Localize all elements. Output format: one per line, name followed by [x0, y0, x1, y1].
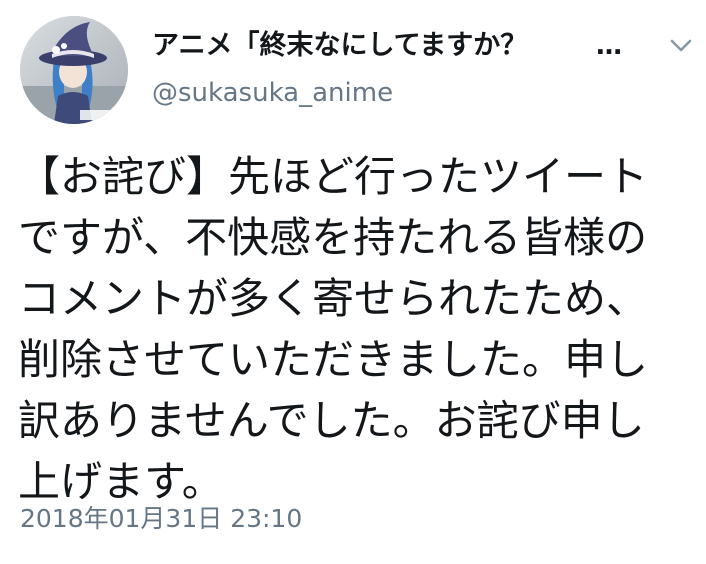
display-name[interactable]: アニメ「終末なにしてますか？	[152, 28, 614, 64]
user-handle[interactable]: @sukasuka_anime	[152, 76, 393, 110]
chevron-down-icon	[670, 39, 692, 52]
tweet-text: 【お詫び】先ほど行ったツイート ですが、不快感を持たれる皆様の コメントが多く寄…	[18, 146, 702, 512]
tweet-text-line: ですが、不快感を持たれる皆様の	[18, 213, 648, 262]
tweet-menu-button[interactable]	[664, 32, 698, 60]
display-name-overflow: …	[596, 31, 622, 61]
tweet-text-line: コメントが多く寄せられたため、	[18, 274, 649, 323]
tweet-card: アニメ「終末なにしてますか？ … @sukasuka_anime 【お詫び】先ほ…	[0, 0, 706, 564]
witch-character-avatar-icon	[20, 16, 128, 124]
tweet-text-line: 削除させていただきました。申し	[18, 335, 649, 384]
tweet-text-line: 訳ありませんでした。お詫び申し	[18, 396, 645, 445]
tweet-timestamp[interactable]: 2018年01月31日 23:10	[20, 502, 302, 536]
tweet-text-line: 【お詫び】先ほど行ったツイート	[18, 152, 649, 201]
avatar[interactable]	[20, 16, 128, 124]
